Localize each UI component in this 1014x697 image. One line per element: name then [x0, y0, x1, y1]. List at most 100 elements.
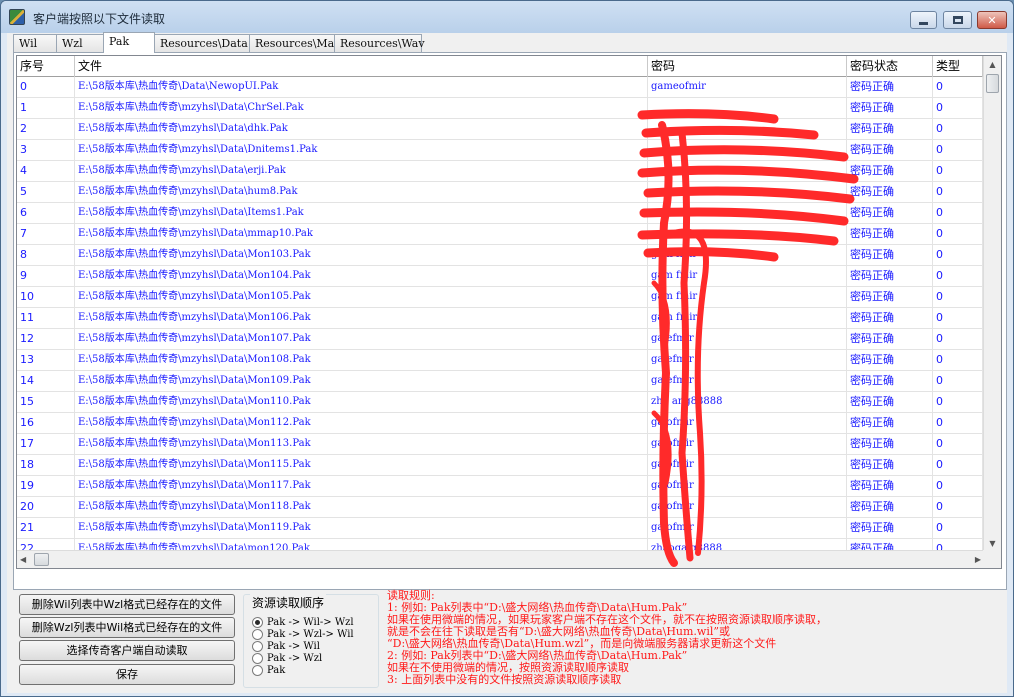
table-row[interactable]: 21 E:\58版本库\热血传奇\mzyhsl\Data\Mon119.Pak ga…: [17, 518, 983, 539]
table-row[interactable]: 18 E:\58版本库\热血传奇\mzyhsl\Data\Mon115.Pak ga…: [17, 455, 983, 476]
cell-file[interactable]: E:\58版本库\热血传奇\mzyhsl\Data\Items1.Pak: [75, 203, 648, 223]
cell-type[interactable]: 0: [933, 287, 983, 307]
cell-password[interactable]: [648, 203, 847, 223]
cell-password-status[interactable]: 密码正确: [847, 518, 933, 538]
column-header-type[interactable]: 类型: [933, 56, 983, 77]
cell-password[interactable]: [648, 140, 847, 160]
cell-file[interactable]: E:\58版本库\热血传奇\mzyhsl\Data\Mon108.Pak: [75, 350, 648, 370]
cell-type[interactable]: 0: [933, 224, 983, 244]
cell-index[interactable]: 20: [17, 497, 75, 517]
tab-wzl[interactable]: Wzl: [56, 34, 104, 53]
horizontal-scrollbar[interactable]: ◀ ▶: [17, 550, 985, 568]
cell-file[interactable]: E:\58版本库\热血传奇\mzyhsl\Data\Mon115.Pak: [75, 455, 648, 475]
cell-type[interactable]: 0: [933, 455, 983, 475]
cell-password[interactable]: [648, 224, 847, 244]
cell-password[interactable]: ga ofmir: [648, 413, 847, 433]
cell-password-status[interactable]: 密码正确: [847, 413, 933, 433]
cell-file[interactable]: E:\58版本库\热血传奇\mzyhsl\Data\Mon117.Pak: [75, 476, 648, 496]
cell-password-status[interactable]: 密码正确: [847, 182, 933, 202]
read-order-option[interactable]: Pak: [252, 665, 285, 676]
minimize-button[interactable]: [910, 11, 937, 29]
cell-type[interactable]: 0: [933, 308, 983, 328]
cell-password[interactable]: [648, 182, 847, 202]
cell-index[interactable]: 13: [17, 350, 75, 370]
cell-password-status[interactable]: 密码正确: [847, 350, 933, 370]
cell-type[interactable]: 0: [933, 350, 983, 370]
radio-icon[interactable]: [252, 653, 263, 664]
cell-file[interactable]: E:\58版本库\热血传奇\mzyhsl\Data\Dnitems1.Pak: [75, 140, 648, 160]
cell-index[interactable]: 17: [17, 434, 75, 454]
save-button[interactable]: 保存: [19, 664, 235, 685]
cell-password-status[interactable]: 密码正确: [847, 434, 933, 454]
column-header-index[interactable]: 序号: [17, 56, 75, 77]
cell-password[interactable]: [648, 98, 847, 118]
cell-type[interactable]: 0: [933, 182, 983, 202]
cell-type[interactable]: 0: [933, 392, 983, 412]
cell-index[interactable]: 8: [17, 245, 75, 265]
cell-password-status[interactable]: 密码正确: [847, 98, 933, 118]
cell-password[interactable]: [648, 161, 847, 181]
table-row[interactable]: 13 E:\58版本库\热血传奇\mzyhsl\Data\Mon108.Pak ga…: [17, 350, 983, 371]
cell-password-status[interactable]: 密码正确: [847, 203, 933, 223]
table-row[interactable]: 2 E:\58版本库\热血传奇\mzyhsl\Data\dhk.Pak 密码正确 0: [17, 119, 983, 140]
cell-password-status[interactable]: 密码正确: [847, 329, 933, 349]
cell-type[interactable]: 0: [933, 245, 983, 265]
cell-file[interactable]: E:\58版本库\热血传奇\mzyhsl\Data\Mon109.Pak: [75, 371, 648, 391]
table-row[interactable]: 9 E:\58版本库\热血传奇\mzyhsl\Data\Mon104.Pak gam…: [17, 266, 983, 287]
tab-resources-wav[interactable]: Resources\Wav: [334, 34, 425, 53]
table-row[interactable]: 5 E:\58版本库\热血传奇\mzyhsl\Data\hum8.Pak 密码正确 0: [17, 182, 983, 203]
cell-password[interactable]: ga efmir: [648, 371, 847, 391]
cell-index[interactable]: 12: [17, 329, 75, 349]
cell-index[interactable]: 6: [17, 203, 75, 223]
cell-password-status[interactable]: 密码正确: [847, 161, 933, 181]
cell-index[interactable]: 0: [17, 77, 75, 97]
cell-password-status[interactable]: 密码正确: [847, 476, 933, 496]
table-row[interactable]: 10 E:\58版本库\热血传奇\mzyhsl\Data\Mon105.Pak ga…: [17, 287, 983, 308]
cell-password[interactable]: ga efmir: [648, 350, 847, 370]
tab-pak[interactable]: Pak: [103, 32, 155, 53]
cell-password-status[interactable]: 密码正确: [847, 224, 933, 244]
table-row[interactable]: 11 E:\58版本库\热血传奇\mzyhsl\Data\Mon106.Pak ga…: [17, 308, 983, 329]
cell-type[interactable]: 0: [933, 119, 983, 139]
cell-password-status[interactable]: 密码正确: [847, 266, 933, 286]
table-row[interactable]: 4 E:\58版本库\热血传奇\mzyhsl\Data\erji.Pak 密码正确 0: [17, 161, 983, 182]
cell-index[interactable]: 16: [17, 413, 75, 433]
cell-type[interactable]: 0: [933, 77, 983, 97]
table-row[interactable]: 6 E:\58版本库\热血传奇\mzyhsl\Data\Items1.Pak 密码正…: [17, 203, 983, 224]
cell-file[interactable]: E:\58版本库\热血传奇\mzyhsl\Data\Mon104.Pak: [75, 266, 648, 286]
cell-password[interactable]: [648, 119, 847, 139]
table-row[interactable]: 14 E:\58版本库\热血传奇\mzyhsl\Data\Mon109.Pak ga…: [17, 371, 983, 392]
read-order-option[interactable]: Pak -> Wzl-> Wil: [252, 629, 354, 640]
cell-index[interactable]: 3: [17, 140, 75, 160]
cell-password[interactable]: gam fmir: [648, 308, 847, 328]
cell-password[interactable]: ga ofmir: [648, 434, 847, 454]
cell-password-status[interactable]: 密码正确: [847, 287, 933, 307]
cell-password-status[interactable]: 密码正确: [847, 245, 933, 265]
cell-file[interactable]: E:\58版本库\热血传奇\mzyhsl\Data\Mon106.Pak: [75, 308, 648, 328]
scroll-up-icon[interactable]: ▲: [984, 56, 1001, 73]
tab-resources-data[interactable]: Resources\Data: [154, 34, 250, 53]
read-order-option[interactable]: Pak -> Wil: [252, 641, 320, 652]
cell-type[interactable]: 0: [933, 161, 983, 181]
delete-wzl-duplicates-button[interactable]: 删除Wzl列表中Wil格式已经存在的文件: [19, 617, 235, 638]
cell-index[interactable]: 14: [17, 371, 75, 391]
cell-index[interactable]: 4: [17, 161, 75, 181]
table-row[interactable]: 17 E:\58版本库\热血传奇\mzyhsl\Data\Mon113.Pak ga…: [17, 434, 983, 455]
table-row[interactable]: 20 E:\58版本库\热血传奇\mzyhsl\Data\Mon118.Pak ga…: [17, 497, 983, 518]
cell-password[interactable]: gam fmir: [648, 266, 847, 286]
table-row[interactable]: 16 E:\58版本库\热血传奇\mzyhsl\Data\Mon112.Pak ga…: [17, 413, 983, 434]
cell-file[interactable]: E:\58版本库\热血传奇\mzyhsl\Data\Mon107.Pak: [75, 329, 648, 349]
table-row[interactable]: 3 E:\58版本库\热血传奇\mzyhsl\Data\Dnitems1.Pak 密…: [17, 140, 983, 161]
cell-type[interactable]: 0: [933, 518, 983, 538]
cell-password[interactable]: ga ofmir: [648, 455, 847, 475]
cell-index[interactable]: 10: [17, 287, 75, 307]
table-row[interactable]: 12 E:\58版本库\热血传奇\mzyhsl\Data\Mon107.Pak ga…: [17, 329, 983, 350]
horizontal-scroll-thumb[interactable]: [34, 553, 49, 566]
table-row[interactable]: 0 E:\58版本库\热血传奇\Data\NewopUI.Pak gameofmir…: [17, 77, 983, 98]
cell-password[interactable]: ga efmir: [648, 329, 847, 349]
cell-password-status[interactable]: 密码正确: [847, 77, 933, 97]
cell-file[interactable]: E:\58版本库\热血传奇\mzyhsl\Data\ChrSel.Pak: [75, 98, 648, 118]
cell-password-status[interactable]: 密码正确: [847, 308, 933, 328]
cell-file[interactable]: E:\58版本库\热血传奇\mzyhsl\Data\dhk.Pak: [75, 119, 648, 139]
cell-type[interactable]: 0: [933, 476, 983, 496]
